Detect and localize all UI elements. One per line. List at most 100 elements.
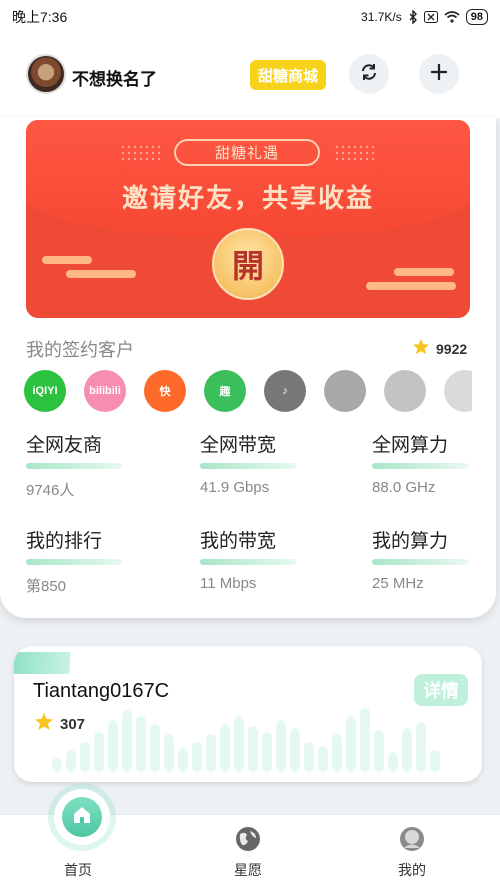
battery-indicator: 98 <box>465 9 488 25</box>
stat-value: 11 Mbps <box>200 575 257 592</box>
client-app8-icon[interactable] <box>444 370 472 412</box>
cloud-decoration <box>42 256 92 264</box>
nav-mine-label: 我的 <box>398 862 426 878</box>
cloud-decoration <box>66 270 136 278</box>
activity-bar <box>234 716 244 772</box>
activity-bar <box>262 732 272 772</box>
user-icon <box>398 825 426 853</box>
activity-bar <box>80 742 90 772</box>
device-activity-chart <box>52 702 442 772</box>
invite-banner[interactable]: 甜糖礼遇 邀请好友，共享收益 開 <box>26 120 470 318</box>
client-kuaishou-icon[interactable]: 快 <box>144 370 186 412</box>
app-header: 不想换名了 甜糖商城 <box>0 34 500 118</box>
cloud-decoration <box>394 268 454 276</box>
refresh-icon <box>359 62 379 87</box>
banner-tag: 甜糖礼遇 <box>174 139 320 166</box>
stat-value: 88.0 GHz <box>372 479 436 496</box>
activity-bar <box>164 734 174 772</box>
stat-my-compute[interactable]: 我的算力 25 MHz <box>372 526 500 592</box>
home-icon <box>71 804 93 831</box>
stat-value: 41.9 Gbps <box>200 479 270 496</box>
banner-title: 邀请好友，共享收益 <box>121 183 374 213</box>
stat-net-bandwidth[interactable]: 全网带宽 41.9 Gbps <box>200 430 340 496</box>
detail-button[interactable]: 详情 <box>414 674 468 706</box>
activity-bar <box>192 742 202 772</box>
main-card: 甜糖礼遇 邀请好友，共享收益 開 我的签约客户 9922 iQIYI bilibi… <box>0 118 496 618</box>
stat-label: 全网带宽 <box>200 435 277 456</box>
stat-bar <box>200 463 296 469</box>
stat-value: 第850 <box>26 578 67 595</box>
client-app6-icon[interactable] <box>324 370 366 412</box>
status-time: 晚上7:36 <box>12 9 68 25</box>
stat-value: 9746人 <box>26 482 75 499</box>
client-bilibili-icon[interactable]: bilibili <box>84 370 126 412</box>
activity-bar <box>290 728 300 772</box>
stat-bar <box>26 463 122 469</box>
mall-button[interactable]: 甜糖商城 <box>250 60 326 90</box>
stat-label: 全网算力 <box>372 435 449 456</box>
client-app7-icon[interactable] <box>384 370 426 412</box>
wifi-icon <box>444 11 460 23</box>
stat-net-friends[interactable]: 全网友商 9746人 <box>26 430 166 500</box>
clients-stars-value: 9922 <box>436 340 468 357</box>
nav-home-label: 首页 <box>64 862 92 878</box>
client-qu-icon[interactable]: 趣 <box>204 370 246 412</box>
decorative-dots <box>120 144 160 164</box>
activity-bar <box>220 724 230 772</box>
refresh-button[interactable] <box>349 54 389 94</box>
globe-icon <box>234 825 262 853</box>
activity-bar <box>150 724 160 772</box>
device-tag <box>14 652 71 674</box>
stat-net-compute[interactable]: 全网算力 88.0 GHz <box>372 430 500 496</box>
activity-bar <box>94 732 104 772</box>
status-bar: 晚上7:36 31.7K/s 98 <box>0 0 500 34</box>
activity-bar <box>108 720 118 772</box>
sim-icon <box>423 11 438 23</box>
device-stars-value: 307 <box>60 715 86 733</box>
star-icon <box>34 712 54 736</box>
clients-title: 我的签约客户 <box>26 340 134 360</box>
star-icon <box>412 338 430 359</box>
stat-label: 我的带宽 <box>200 531 277 552</box>
stat-my-bandwidth[interactable]: 我的带宽 11 Mbps <box>200 526 340 592</box>
open-envelope-button[interactable]: 開 <box>212 228 284 300</box>
add-button[interactable] <box>419 54 459 94</box>
stat-label: 全网友商 <box>26 435 103 456</box>
client-iqiyi-icon[interactable]: iQIYI <box>24 370 66 412</box>
activity-bar <box>248 726 258 772</box>
stat-bar <box>372 463 468 469</box>
cloud-decoration <box>366 282 456 290</box>
activity-bar <box>122 710 132 772</box>
client-douyin-icon[interactable]: ♪ <box>264 370 306 412</box>
decorative-dots <box>334 144 374 164</box>
clients-list[interactable]: iQIYI bilibili 快趣 ♪ <box>24 370 472 414</box>
device-card[interactable]: Tiantang0167C 307 详情 <box>14 646 482 782</box>
activity-bar <box>374 730 384 772</box>
device-stars: 307 <box>34 712 85 736</box>
activity-bar <box>332 734 342 772</box>
activity-bar <box>304 742 314 772</box>
activity-bar <box>136 716 146 772</box>
activity-bar <box>206 734 216 772</box>
stat-bar <box>26 559 122 565</box>
stat-value: 25 MHz <box>372 575 424 592</box>
activity-bar <box>416 722 426 772</box>
activity-bar <box>346 716 356 772</box>
network-speed: 31.7K/s <box>361 10 402 24</box>
activity-bar <box>360 708 370 772</box>
activity-bar <box>402 728 412 772</box>
avatar[interactable] <box>26 54 66 94</box>
bluetooth-icon <box>408 10 418 24</box>
username: 不想换名了 <box>72 70 157 89</box>
bottom-nav: 首页 星愿 我的 <box>0 789 500 888</box>
stat-label: 我的算力 <box>372 531 449 552</box>
device-name: Tiantang0167C <box>33 680 170 702</box>
stat-label: 我的排行 <box>26 531 103 552</box>
stat-my-rank[interactable]: 我的排行 第850 <box>26 526 166 596</box>
activity-bar <box>430 750 440 772</box>
activity-bar <box>178 748 188 772</box>
nav-wish-label: 星愿 <box>234 862 262 878</box>
activity-bar <box>52 758 62 772</box>
stat-bar <box>200 559 296 565</box>
clients-stars: 9922 <box>412 338 467 359</box>
